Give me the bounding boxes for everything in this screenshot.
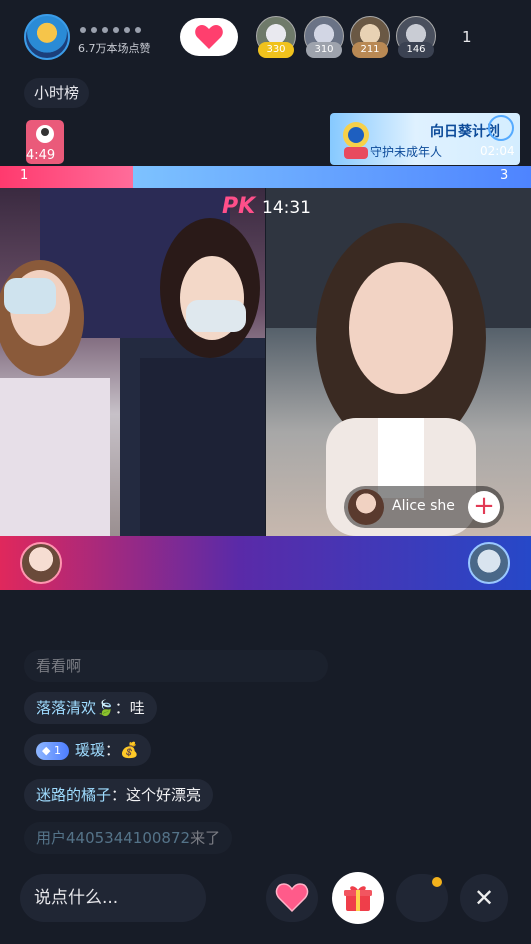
heart-icon [275, 883, 309, 913]
banner-subtitle: 守护未成年人 [370, 145, 443, 159]
user-icon [36, 125, 54, 143]
opponent-name: Alice she [392, 498, 455, 514]
fan-badge-level: 1 [53, 743, 61, 757]
chat-username[interactable]: 迷路的橘子 [36, 786, 111, 804]
viewer-count-1: 330 [258, 42, 294, 58]
left-host-video [0, 188, 265, 536]
close-icon: ✕ [473, 884, 495, 912]
gift-button[interactable] [332, 872, 384, 924]
pk-right-score: 3 [500, 168, 509, 183]
opponent-avatar[interactable] [348, 489, 384, 525]
follow-opponent-button[interactable]: + [468, 491, 500, 523]
chat-message: 看看啊 [24, 650, 328, 682]
chat-username[interactable]: 瑗瑗 [75, 741, 105, 759]
chat-message: 落落清欢🍃：哇 [24, 692, 157, 724]
online-count[interactable]: 1 [462, 28, 472, 46]
chat-username[interactable]: 用户4405344100872 [36, 829, 190, 847]
left-top-contributor-avatar[interactable] [20, 542, 62, 584]
host-like-stat: 6.7万本场点赞 [78, 42, 151, 55]
hourly-rank-button[interactable]: 小时榜 [24, 78, 90, 108]
pk-label: PK [222, 194, 256, 219]
pk-timer: 14:31 [262, 198, 311, 218]
gift-icon [344, 886, 372, 911]
banner-ring-icon [488, 115, 514, 141]
chat-text: ：哇 [114, 699, 145, 717]
heart-icon [195, 25, 223, 49]
opponent-chip[interactable]: Alice she + [344, 486, 504, 528]
viewer-count-4: 146 [398, 42, 434, 58]
close-room-button[interactable]: ✕ [460, 874, 508, 922]
right-video-scene [266, 188, 531, 536]
pk-contributors-strip [0, 536, 531, 590]
pk-left-score: 1 [20, 168, 29, 183]
right-top-contributor-avatar[interactable] [468, 542, 510, 584]
viewer-count-2: 310 [306, 42, 342, 58]
like-button[interactable] [266, 874, 318, 922]
chat-message: 迷路的橘子：这个好漂亮 [24, 779, 214, 811]
chat-text: ：💰 [104, 741, 139, 759]
chat-message: ◆ 1 瑗瑗：💰 [24, 734, 151, 766]
chat-username[interactable]: 落落清欢🍃 [36, 699, 115, 717]
chat-message: 用户4405344100872来了 [24, 822, 233, 854]
host-avatar[interactable] [24, 14, 70, 60]
chat-text: 来了 [190, 829, 221, 847]
follow-button[interactable] [180, 18, 238, 56]
viewer-count-3: 211 [352, 42, 388, 58]
pk-right-fill [133, 166, 531, 188]
fan-badge: ◆ 1 [36, 741, 69, 760]
notification-dot [432, 877, 442, 887]
left-video-scene [0, 188, 265, 536]
comment-input[interactable]: 说点什么... [20, 874, 206, 922]
opponent-host-video [266, 188, 531, 536]
host-name-masked [80, 18, 170, 33]
chat-text: ：这个好漂亮 [111, 786, 202, 804]
mini-rank-timer: 4:49 [26, 148, 56, 163]
chat-text: 看看啊 [36, 657, 82, 675]
pk-score-bar: 1 3 [0, 166, 531, 188]
banner-timer: 02:04 [480, 144, 515, 158]
sunflower-plan-banner[interactable]: 向日葵计划 守护未成年人 02:04 [330, 113, 520, 165]
